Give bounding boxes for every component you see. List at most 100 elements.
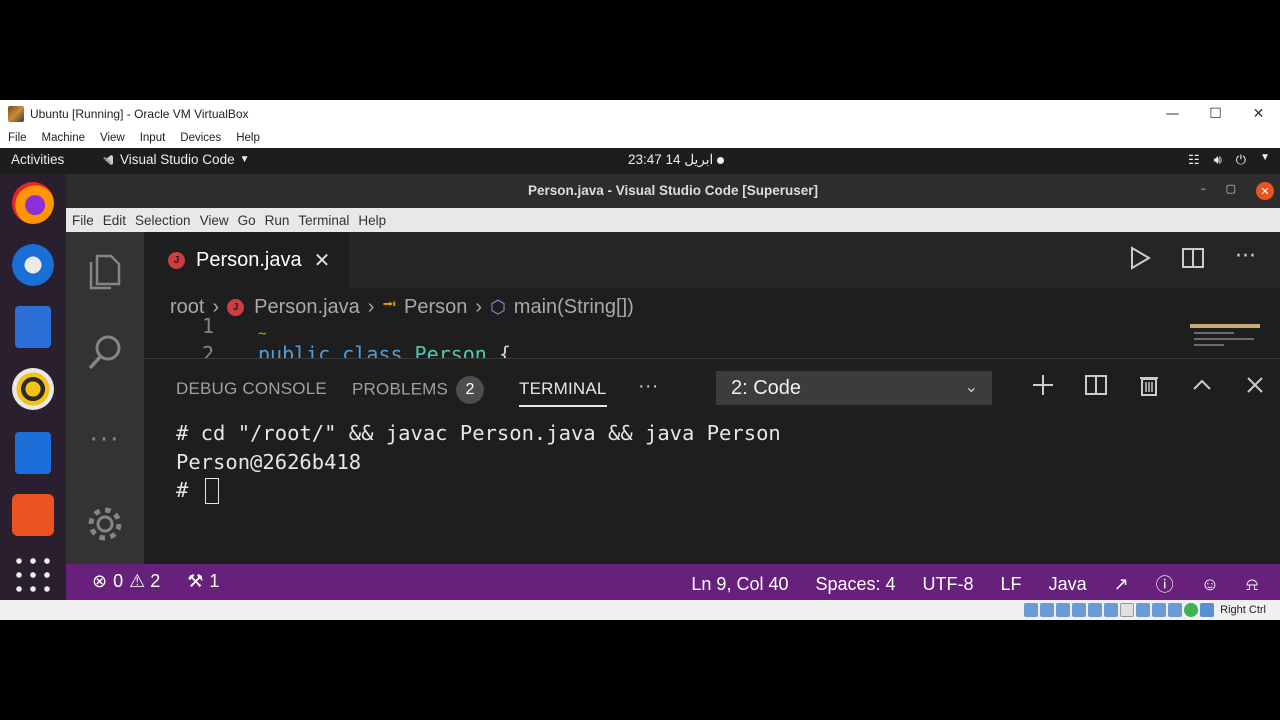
libreoffice-writer-icon[interactable] bbox=[15, 432, 51, 474]
run-icon[interactable] bbox=[1129, 246, 1151, 274]
rhythmbox-icon[interactable] bbox=[12, 368, 54, 410]
breadcrumb-class[interactable]: Person bbox=[404, 296, 467, 319]
terminal-output[interactable]: # cd "/root/" && javac Person.java && ja… bbox=[176, 419, 781, 505]
tab-person-java[interactable]: J Person.java ✕ bbox=[144, 232, 349, 288]
warning-count[interactable]: 2 bbox=[150, 571, 160, 592]
vbox-menu-file[interactable]: File bbox=[8, 132, 27, 144]
minimize-icon[interactable]: – bbox=[1201, 182, 1207, 195]
maximize-icon[interactable]: ▢ bbox=[1226, 182, 1236, 195]
close-icon[interactable]: ✕ bbox=[1256, 182, 1274, 200]
audio-icon[interactable] bbox=[1056, 603, 1071, 617]
close-icon[interactable]: ✕ bbox=[1237, 100, 1280, 128]
language-mode[interactable]: Java bbox=[1049, 574, 1087, 595]
minimap-lines bbox=[1194, 344, 1224, 346]
chevron-up-icon[interactable] bbox=[1175, 373, 1228, 397]
mouse-integration-icon[interactable] bbox=[1168, 603, 1183, 617]
indentation[interactable]: Spaces: 4 bbox=[815, 574, 895, 595]
tab-debug-console[interactable]: DEBUG CONSOLE bbox=[176, 379, 327, 399]
statusbar-right: Ln 9, Col 40 Spaces: 4 UTF-8 LF Java ↗ ⓘ… bbox=[691, 571, 1258, 597]
menu-selection[interactable]: Selection bbox=[135, 213, 191, 228]
explorer-icon[interactable] bbox=[85, 250, 125, 290]
bell-icon[interactable]: ⍾ bbox=[1246, 574, 1258, 595]
power-icon: ⏻ bbox=[1235, 152, 1247, 167]
vbox-menu-input[interactable]: Input bbox=[140, 132, 166, 144]
chevron-down-icon: ▼ bbox=[1260, 152, 1270, 163]
cpu-icon[interactable] bbox=[1152, 603, 1167, 617]
menu-terminal[interactable]: Terminal bbox=[298, 213, 349, 228]
vbox-menu-help[interactable]: Help bbox=[236, 132, 260, 144]
close-icon[interactable]: ✕ bbox=[314, 248, 331, 272]
terminal-select-value: 2: Code bbox=[731, 376, 802, 399]
menu-file[interactable]: File bbox=[72, 213, 94, 228]
terminal-cursor bbox=[204, 478, 219, 504]
thunderbird-icon[interactable] bbox=[12, 244, 54, 286]
activities-button[interactable]: Activities bbox=[11, 152, 64, 167]
class-symbol-icon: ⭲ bbox=[382, 294, 397, 314]
editor-area: J Person.java ✕ ··· root › J Person.java… bbox=[144, 232, 1280, 358]
vbox-menu-view[interactable]: View bbox=[100, 132, 125, 144]
menu-help[interactable]: Help bbox=[358, 213, 386, 228]
close-icon[interactable] bbox=[1228, 373, 1280, 397]
cursor-position[interactable]: Ln 9, Col 40 bbox=[691, 574, 788, 595]
minimap[interactable] bbox=[1190, 324, 1260, 350]
hard-disk-icon[interactable] bbox=[1024, 603, 1039, 617]
vbox-menu-machine[interactable]: Machine bbox=[42, 132, 85, 144]
show-applications-icon[interactable] bbox=[12, 554, 54, 596]
app-menu[interactable]: Visual Studio Code ▼ bbox=[102, 152, 250, 167]
vbox-status-icons: Right Ctrl bbox=[1024, 603, 1266, 617]
thumbs-up-icon[interactable]: ↗ bbox=[1114, 574, 1129, 595]
files-icon[interactable] bbox=[15, 306, 51, 348]
search-icon[interactable] bbox=[85, 332, 125, 372]
video-capture-icon[interactable] bbox=[1136, 603, 1151, 617]
breadcrumb-file[interactable]: Person.java bbox=[254, 296, 360, 319]
usb-icon[interactable] bbox=[1088, 603, 1103, 617]
keyboard-icon[interactable] bbox=[1184, 603, 1199, 617]
clock[interactable]: 23:47 ابريل 14 bbox=[628, 152, 725, 168]
tab-terminal[interactable]: TERMINAL bbox=[519, 379, 607, 407]
menu-run[interactable]: Run bbox=[265, 213, 290, 228]
more-actions-icon[interactable]: ··· bbox=[1235, 246, 1256, 274]
breadcrumb-root[interactable]: root bbox=[170, 296, 204, 319]
more-icon[interactable]: ··· bbox=[85, 420, 125, 460]
breadcrumb-method[interactable]: main(String[]) bbox=[514, 296, 634, 319]
shared-folders-icon[interactable] bbox=[1104, 603, 1119, 617]
display-icon[interactable] bbox=[1120, 603, 1135, 617]
tools-count[interactable]: 1 bbox=[209, 571, 219, 592]
minimize-icon[interactable]: — bbox=[1151, 100, 1194, 128]
split-editor-icon[interactable] bbox=[1181, 246, 1205, 274]
ubuntu-software-icon[interactable] bbox=[12, 494, 54, 536]
arrow-down-icon[interactable] bbox=[1200, 603, 1215, 617]
system-tray[interactable]: ☷ 🔊︎ ⏻ ▼ bbox=[1188, 152, 1270, 168]
end-of-line[interactable]: LF bbox=[1001, 574, 1022, 595]
error-icon[interactable]: ⊗ bbox=[92, 571, 107, 592]
maximize-icon[interactable]: ☐ bbox=[1194, 100, 1237, 128]
tab-problems[interactable]: PROBLEMS 2 bbox=[352, 376, 485, 404]
encoding[interactable]: UTF-8 bbox=[923, 574, 974, 595]
firefox-icon[interactable] bbox=[12, 182, 54, 224]
menu-edit[interactable]: Edit bbox=[103, 213, 126, 228]
vbox-titlebar: Ubuntu [Running] - Oracle VM VirtualBox … bbox=[0, 100, 1280, 128]
gear-icon[interactable] bbox=[85, 504, 125, 544]
method-symbol-icon: ⬡ bbox=[490, 296, 506, 317]
terminal-select[interactable]: 2: Code ⌄ bbox=[716, 371, 992, 405]
code-peek[interactable]: 1 ~ 2 public class Person { bbox=[144, 314, 1184, 358]
feedback-icon[interactable]: ☺ bbox=[1201, 574, 1219, 595]
vscode-titlebar: Person.java - Visual Studio Code [Superu… bbox=[66, 174, 1280, 208]
terminal-prompt: # bbox=[176, 478, 201, 502]
menu-go[interactable]: Go bbox=[238, 213, 256, 228]
panel-more-icon[interactable]: ··· bbox=[638, 375, 659, 398]
split-terminal-icon[interactable] bbox=[1069, 373, 1122, 397]
new-terminal-icon[interactable] bbox=[1016, 373, 1069, 397]
info-icon[interactable]: ⓘ bbox=[1156, 571, 1174, 597]
vbox-menu-devices[interactable]: Devices bbox=[180, 132, 221, 144]
optical-drive-icon[interactable] bbox=[1040, 603, 1055, 617]
warning-icon[interactable]: ⚠︎ bbox=[129, 571, 145, 592]
breadcrumb: root › J Person.java › ⭲ Person › ⬡ main… bbox=[170, 292, 634, 322]
tools-icon[interactable]: ⚒︎ bbox=[187, 571, 203, 592]
network-icon[interactable] bbox=[1072, 603, 1087, 617]
tab-label: Person.java bbox=[196, 248, 302, 271]
menu-view[interactable]: View bbox=[200, 213, 229, 228]
error-count[interactable]: 0 bbox=[113, 571, 123, 592]
trash-icon[interactable] bbox=[1122, 373, 1175, 397]
clock-label: 23:47 ابريل 14 bbox=[628, 152, 714, 167]
